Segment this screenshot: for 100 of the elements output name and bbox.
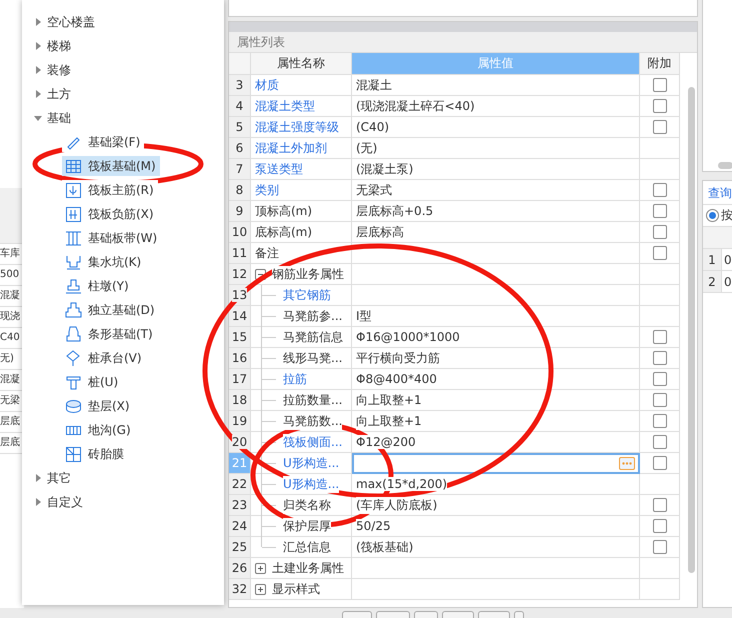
property-name: 显示样式 (272, 580, 320, 598)
row-number: 1 (703, 249, 722, 270)
expand-arrow-icon[interactable] (34, 498, 42, 506)
table-cell-text: 0 (723, 252, 732, 269)
row-number: 3 (229, 75, 251, 96)
more-button[interactable] (619, 456, 635, 470)
checkbox[interactable] (652, 540, 666, 554)
expand-arrow-icon[interactable] (34, 18, 42, 26)
toolbar-button[interactable] (414, 611, 438, 618)
tree-category[interactable]: 装修 (47, 62, 71, 78)
checkbox[interactable] (652, 183, 666, 197)
tree-category[interactable]: 空心楼盖 (47, 14, 95, 30)
value-input-field[interactable] (352, 453, 640, 474)
query-tab[interactable]: 查询 (703, 181, 732, 205)
property-name: 拉筋数量... (283, 392, 342, 408)
expand-arrow-icon[interactable] (34, 474, 42, 482)
footing-icon (65, 326, 82, 342)
row-number: 8 (229, 180, 251, 201)
property-value: 无梁式 (352, 180, 640, 201)
tree-category[interactable]: 其它 (47, 470, 71, 486)
strip-icon (65, 230, 82, 246)
row-number: 24 (229, 516, 251, 537)
column-header[interactable]: 附加 (640, 53, 680, 75)
property-value: 向上取整+1 (352, 411, 640, 432)
checkbox[interactable] (652, 372, 666, 386)
expand-arrow-icon[interactable] (34, 90, 42, 98)
checkbox[interactable] (652, 498, 666, 512)
expand-arrow-icon[interactable] (34, 42, 42, 50)
more-icon (622, 462, 632, 464)
tree-category[interactable]: 楼梯 (47, 38, 71, 54)
toolbar-button[interactable] (376, 611, 410, 618)
property-name: 其它钢筋 (283, 286, 331, 304)
checkbox[interactable] (652, 435, 666, 449)
checkbox[interactable] (652, 120, 666, 134)
table-header (0, 188, 24, 244)
checkbox[interactable] (652, 393, 666, 407)
property-name: 保护层厚 (283, 518, 331, 534)
tree-category[interactable]: 自定义 (47, 494, 83, 510)
table-cell (640, 285, 680, 306)
toolbar-button[interactable] (514, 611, 524, 618)
expand-icon[interactable] (255, 562, 266, 574)
checkbox[interactable] (652, 519, 666, 533)
property-name: 备注 (255, 244, 279, 262)
toolbar-button[interactable] (442, 611, 474, 618)
checkbox[interactable] (652, 78, 666, 92)
scrollbar-thumb[interactable] (718, 162, 732, 169)
checkbox[interactable] (652, 225, 666, 239)
checkbox[interactable] (652, 330, 666, 344)
tree-item[interactable]: 筏板主筋(R) (62, 180, 158, 200)
toolbar-button[interactable] (342, 611, 372, 618)
property-value: Φ12@200 (352, 432, 640, 453)
brick-wall-icon (65, 446, 82, 462)
row-number: 5 (229, 117, 251, 138)
pile-icon (65, 374, 82, 390)
row-number: 21 (229, 453, 251, 474)
tree-category[interactable]: 基础 (47, 110, 71, 126)
property-value: (筏板基础) (352, 537, 640, 558)
toolbar-button[interactable] (478, 611, 510, 618)
collapse-icon[interactable] (255, 268, 266, 280)
row-number: 19 (229, 411, 251, 432)
tree-item[interactable]: 筏板基础(M) (62, 156, 160, 176)
tree-category[interactable]: 土方 (47, 86, 71, 102)
property-value: Φ16@1000*1000 (352, 327, 640, 348)
row-number: 22 (229, 474, 251, 495)
scrollbar-thumb[interactable] (688, 87, 695, 573)
property-name: 拉筋 (283, 370, 307, 388)
property-name: 混凝土强度等级 (255, 118, 339, 136)
property-value: 层底标高 (352, 222, 640, 243)
checkbox[interactable] (652, 351, 666, 365)
property-name: 筏板侧面... (283, 434, 342, 450)
row-number: 25 (229, 537, 251, 558)
property-value: 层底标高+0.5 (352, 201, 640, 222)
property-name: 材质 (255, 76, 279, 94)
pier-icon (65, 278, 82, 294)
row-number: 18 (229, 390, 251, 411)
row-number: 6 (229, 138, 251, 159)
checkbox[interactable] (652, 246, 666, 260)
property-value: 50/25 (352, 516, 640, 537)
property-value: (无) (352, 138, 640, 159)
checkbox[interactable] (652, 99, 666, 113)
row-number: 14 (229, 306, 251, 327)
property-value: 向上取整+1 (352, 390, 640, 411)
column-header[interactable]: 属性名称 (251, 53, 352, 75)
radio-button[interactable] (706, 209, 719, 222)
row-number: 9 (229, 201, 251, 222)
expand-icon[interactable] (255, 584, 266, 594)
checkbox[interactable] (652, 414, 666, 428)
row-number: 26 (229, 558, 251, 579)
checkbox[interactable] (652, 456, 666, 470)
property-value: (现浇混凝土碎石<40) (352, 96, 640, 117)
checkbox[interactable] (652, 204, 666, 218)
property-value: Φ8@400*400 (352, 369, 640, 390)
property-value: (车库人防底板) (352, 495, 640, 516)
row-number: 2 (703, 271, 722, 292)
property-name: 混凝土外加剂 (255, 140, 327, 156)
property-name: U形构造... (283, 454, 340, 472)
row-number: 23 (229, 495, 251, 516)
collapse-arrow-icon[interactable] (34, 114, 42, 122)
expand-arrow-icon[interactable] (34, 66, 42, 74)
row-number: 11 (229, 243, 251, 264)
